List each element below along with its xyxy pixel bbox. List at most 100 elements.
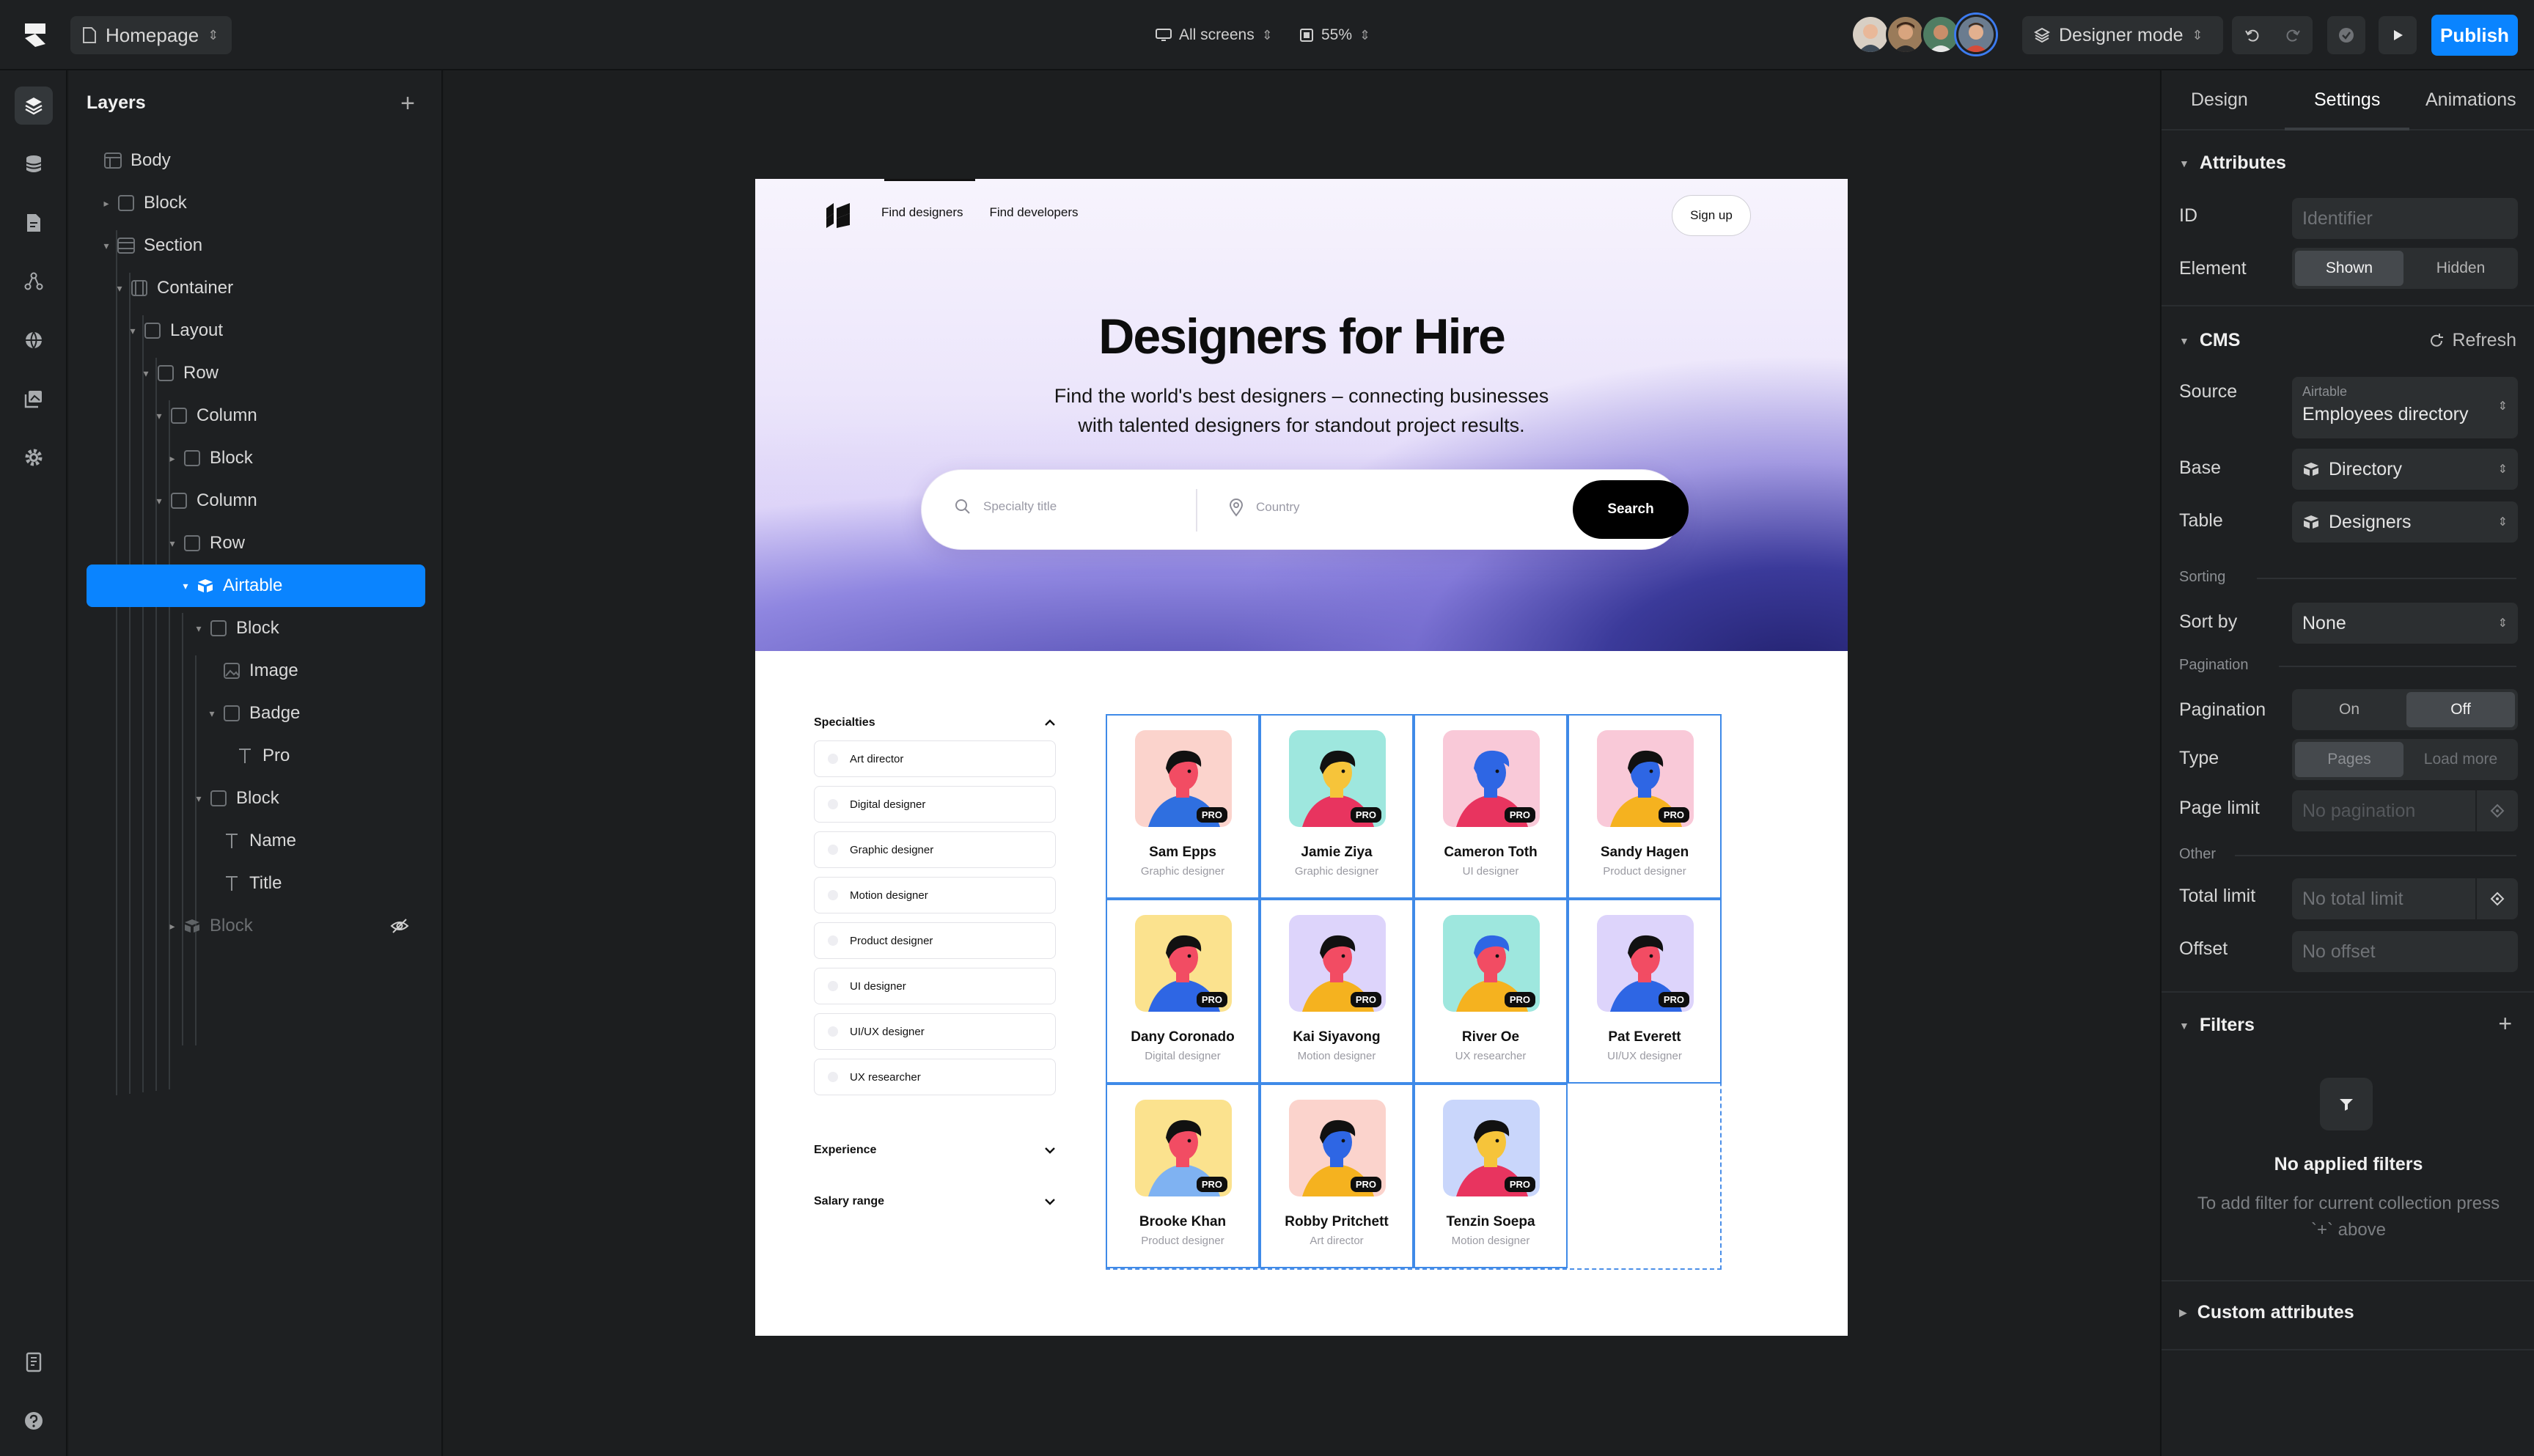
globe-icon[interactable] (15, 321, 53, 359)
layer-item[interactable]: ▸ Block (87, 182, 425, 224)
pages-icon[interactable] (15, 204, 53, 242)
totallimit-input[interactable]: No total limit (2292, 878, 2518, 919)
layer-item[interactable]: ▾ Column (87, 479, 425, 522)
caret-right-icon[interactable]: ▸ (100, 197, 113, 210)
screens-selector[interactable]: All screens ⇕ (1156, 22, 1273, 48)
add-filter-button[interactable]: + (2498, 1010, 2512, 1037)
checkbox[interactable] (828, 845, 838, 855)
check-button[interactable] (2327, 16, 2365, 54)
specialty-input[interactable]: Specialty title (954, 498, 1057, 515)
layers-tool-icon[interactable] (15, 87, 53, 125)
caret-down-icon[interactable]: ▾ (153, 410, 166, 422)
salary-filter[interactable]: Salary range (814, 1195, 1056, 1208)
caret-down-icon[interactable]: ▾ (166, 537, 179, 550)
undo-icon[interactable] (2244, 27, 2261, 43)
layer-item[interactable]: ▾ Layout (87, 309, 425, 352)
search-button[interactable]: Search (1573, 480, 1689, 539)
country-input[interactable]: Country (1228, 498, 1300, 517)
designer-card[interactable]: PRO Kai Siyavong Motion designer (1260, 899, 1414, 1084)
specialty-option[interactable]: Graphic designer (814, 831, 1056, 868)
designer-card[interactable]: PRO Sandy Hagen Product designer (1568, 714, 1722, 899)
layer-item-airtable[interactable]: ▾ Airtable (87, 565, 425, 607)
caret-down-icon[interactable]: ▾ (100, 240, 113, 252)
specialty-option[interactable]: Art director (814, 740, 1056, 777)
framer-logo-icon[interactable] (19, 19, 51, 51)
designer-card[interactable]: PRO Jamie Ziya Graphic designer (1260, 714, 1414, 899)
filters-section-header[interactable]: ▼ Filters (2179, 1015, 2255, 1036)
layer-item[interactable]: Name (87, 820, 425, 862)
experience-filter[interactable]: Experience (814, 1144, 1056, 1157)
layer-item[interactable]: ▾ Container (87, 267, 425, 309)
designer-card[interactable]: PRO Pat Everett UI/UX designer (1568, 899, 1722, 1084)
id-input[interactable]: Identifier (2292, 198, 2518, 239)
page-selector[interactable]: Homepage ⇕ (70, 16, 232, 54)
cms-section-header[interactable]: ▼ CMS (2179, 330, 2240, 351)
checkbox[interactable] (828, 935, 838, 946)
checkbox[interactable] (828, 1072, 838, 1082)
specialty-option[interactable]: UI designer (814, 968, 1056, 1004)
page-frame[interactable]: Find designers Find developers Sign up D… (755, 179, 1848, 1336)
designer-card[interactable]: PRO Robby Pritchett Art director (1260, 1084, 1414, 1268)
designer-grid[interactable]: PRO Sam Epps Graphic designer PRO Jamie Ziya… (1106, 714, 1722, 1270)
specialty-option[interactable]: UX researcher (814, 1059, 1056, 1095)
checkbox[interactable] (828, 981, 838, 991)
pagelimit-placeholder[interactable]: No pagination (2292, 790, 2475, 831)
specialty-option[interactable]: Motion designer (814, 877, 1056, 913)
tab-settings[interactable]: Settings (2314, 89, 2380, 111)
caret-right-icon[interactable]: ▸ (166, 452, 179, 465)
designer-card[interactable]: PRO Tenzin Soepa Motion designer (1414, 1084, 1568, 1268)
nav-find-designers[interactable]: Find designers (881, 205, 963, 220)
pagelimit-input[interactable]: No pagination (2292, 790, 2518, 831)
layer-item[interactable]: ▾ Badge (87, 692, 425, 735)
type-loadmore-option[interactable]: Load more (2406, 742, 2515, 777)
specialties-header[interactable]: Specialties (814, 714, 1056, 732)
caret-down-icon[interactable]: ▾ (153, 495, 166, 507)
layer-item[interactable]: ▾ Block (87, 777, 425, 820)
checkbox[interactable] (828, 754, 838, 764)
canvas[interactable]: Find designers Find developers Sign up D… (444, 70, 2159, 1456)
avatar[interactable] (1886, 15, 1925, 54)
totallimit-placeholder[interactable]: No total limit (2292, 878, 2475, 919)
layer-item-hidden[interactable]: ▸ Block (87, 905, 425, 947)
sortby-select[interactable]: None ⇕ (2292, 603, 2518, 644)
layer-item[interactable]: ▾ Column (87, 394, 425, 437)
docs-icon[interactable] (15, 1343, 53, 1381)
caret-down-icon[interactable]: ▾ (113, 282, 126, 295)
hidden-option[interactable]: Hidden (2406, 251, 2515, 286)
eye-off-icon[interactable] (390, 918, 409, 934)
variable-icon[interactable] (2477, 878, 2518, 919)
preview-button[interactable] (2379, 16, 2417, 54)
caret-down-icon[interactable]: ▾ (205, 707, 218, 720)
layer-item[interactable]: ▾ Block (87, 607, 425, 650)
publish-button[interactable]: Publish (2431, 15, 2518, 56)
redo-icon[interactable] (2285, 27, 2301, 43)
designer-card[interactable]: PRO Sam Epps Graphic designer (1106, 714, 1260, 899)
offset-input[interactable]: No offset (2292, 931, 2518, 972)
designer-card[interactable]: PRO Dany Coronado Digital designer (1106, 899, 1260, 1084)
components-icon[interactable] (15, 262, 53, 301)
avatar[interactable] (1921, 15, 1961, 54)
avatar[interactable] (1851, 15, 1890, 54)
layer-item[interactable]: ▾ Section (87, 224, 425, 267)
caret-down-icon[interactable]: ▾ (126, 325, 139, 337)
layer-item[interactable]: Image (87, 650, 425, 692)
caret-down-icon[interactable]: ▾ (179, 580, 192, 592)
designer-card[interactable]: PRO Brooke Khan Product designer (1106, 1084, 1260, 1268)
variable-icon[interactable] (2477, 790, 2518, 831)
signup-button[interactable]: Sign up (1672, 195, 1751, 236)
custom-attributes-header[interactable]: ▶ Custom attributes (2179, 1302, 2354, 1323)
shown-option[interactable]: Shown (2295, 251, 2403, 286)
attributes-section-header[interactable]: ▼ Attributes (2179, 152, 2286, 174)
nav-find-developers[interactable]: Find developers (990, 205, 1079, 220)
layer-item[interactable]: Pro (87, 735, 425, 777)
checkbox[interactable] (828, 890, 838, 900)
help-icon[interactable] (15, 1402, 53, 1440)
zoom-selector[interactable]: 55% ⇕ (1299, 22, 1370, 48)
pagination-off-option[interactable]: Off (2406, 692, 2515, 727)
layer-item[interactable]: Title (87, 862, 425, 905)
layer-item[interactable]: ▾ Row (87, 522, 425, 565)
caret-right-icon[interactable]: ▸ (166, 920, 179, 933)
specialty-option[interactable]: UI/UX designer (814, 1013, 1056, 1050)
base-select[interactable]: Directory ⇕ (2292, 449, 2518, 490)
caret-down-icon[interactable]: ▾ (192, 793, 205, 805)
